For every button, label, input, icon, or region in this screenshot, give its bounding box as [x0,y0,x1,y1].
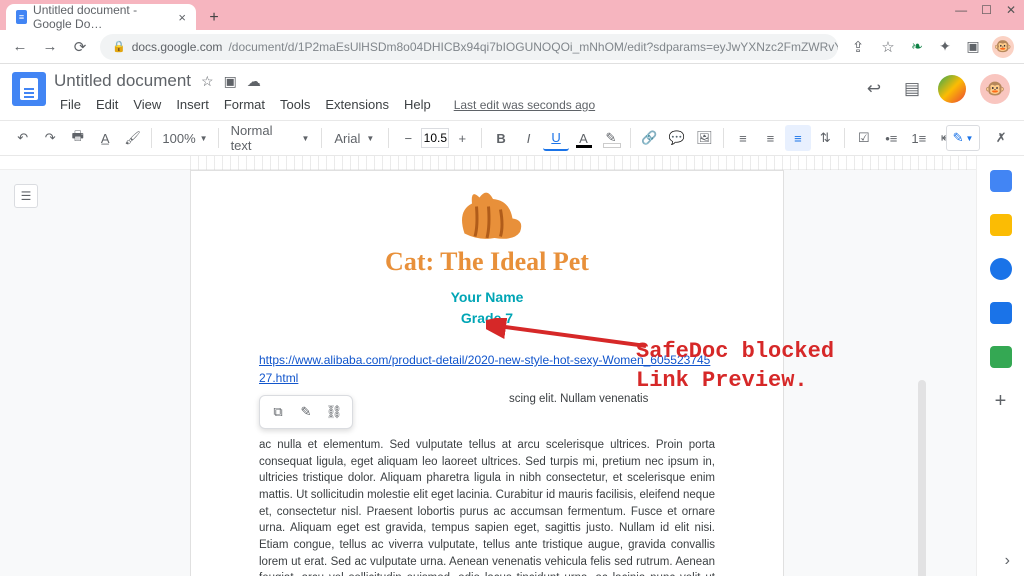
reload-icon[interactable]: ⟳ [70,37,90,57]
window-controls: — ☐ ✕ [955,3,1016,17]
back-icon[interactable]: ← [10,37,30,57]
document-title[interactable]: Untitled document [54,71,191,91]
zoom-select[interactable]: 100%▼ [158,131,211,146]
docs-logo-icon[interactable] [12,72,46,106]
decrease-font-icon[interactable]: − [395,125,421,151]
maximize-icon[interactable]: ☐ [981,3,992,17]
menu-edit[interactable]: Edit [90,94,124,115]
browser-tab-strip: ≡ Untitled document - Google Do… × + — ☐… [0,0,1024,30]
checklist-icon[interactable]: ☑ [851,125,876,151]
forward-icon[interactable]: → [40,37,60,57]
highlight-button[interactable]: ✎ [598,125,623,151]
star-icon[interactable]: ☆ [878,37,898,57]
vertical-scrollbar[interactable] [918,380,926,576]
meet-icon[interactable] [938,75,966,103]
italic-button[interactable]: I [516,125,541,151]
last-edit-link[interactable]: Last edit was seconds ago [448,95,601,115]
tab-title: Untitled document - Google Do… [33,3,172,31]
side-panel: + › [976,156,1024,576]
keep-addon-icon[interactable] [990,214,1012,236]
extensions-puzzle-icon[interactable]: ✦ [936,38,954,56]
docs-favicon: ≡ [16,10,27,24]
editing-mode-button[interactable]: ✎▼ [946,125,980,151]
address-bar: ← → ⟳ 🔒 docs.google.com/document/d/1P2ma… [0,30,1024,64]
hide-menus-icon[interactable]: ˆ [988,125,1014,151]
star-document-icon[interactable]: ☆ [201,73,214,90]
menu-insert[interactable]: Insert [170,94,215,115]
share-icon[interactable]: ⇪ [848,37,868,57]
menu-extensions[interactable]: Extensions [319,94,395,115]
horizontal-ruler[interactable] [0,156,1024,170]
lock-icon: 🔒 [112,40,126,53]
add-comment-icon[interactable]: 💬 [664,125,689,151]
spellcheck-icon[interactable]: A̲ [92,125,117,151]
align-left-icon[interactable]: ≡ [730,125,755,151]
print-icon[interactable]: 🖶 [65,125,90,151]
maps-addon-icon[interactable] [990,346,1012,368]
numbered-list-icon[interactable]: 1≡ [906,125,931,151]
reading-list-icon[interactable]: ▣ [964,38,982,56]
undo-icon[interactable]: ↶ [10,125,35,151]
body-fragment: scing elit. Nullam venenatis [509,393,648,405]
extension-leaf-icon[interactable]: ❧ [908,38,926,56]
close-window-icon[interactable]: ✕ [1006,3,1016,17]
menu-help[interactable]: Help [398,94,437,115]
menu-view[interactable]: View [127,94,167,115]
align-center-icon[interactable]: ≡ [758,125,783,151]
redo-icon[interactable]: ↷ [37,125,62,151]
profile-avatar-icon[interactable]: 🐵 [992,36,1014,58]
outline-toggle-icon[interactable]: ☰ [14,184,38,208]
annotation-label: SafeDoc blocked Link Preview. [636,338,834,395]
url-field[interactable]: 🔒 docs.google.com/document/d/1P2maEsUlHS… [100,34,838,60]
contacts-addon-icon[interactable] [990,302,1012,324]
menu-file[interactable]: File [54,94,87,115]
get-addons-icon[interactable]: + [995,390,1007,413]
browser-tab-active[interactable]: ≡ Untitled document - Google Do… × [6,4,196,30]
grade-line: Grade 7 [259,308,715,329]
text-color-button[interactable]: A [571,125,596,151]
bulleted-list-icon[interactable]: •≡ [879,125,904,151]
version-history-icon[interactable]: ↩ [862,77,886,101]
extension-icons: ❧ ✦ ▣ 🐵 [908,36,1014,58]
remove-link-icon[interactable]: ⛓ [322,400,346,424]
account-avatar[interactable]: 🐵 [980,74,1010,104]
increase-font-icon[interactable]: + [449,125,475,151]
menu-bar: File Edit View Insert Format Tools Exten… [54,94,862,115]
move-document-icon[interactable]: ▣ [224,73,237,90]
paint-format-icon[interactable]: 🖌 [120,125,145,151]
align-justify-icon[interactable]: ≡ [785,125,810,151]
url-path: /document/d/1P2maEsUlHSDm8o04DHICBx94qi7… [228,40,838,54]
insert-link-icon[interactable]: 🔗 [637,125,662,151]
author-name: Your Name [259,287,715,308]
formatting-toolbar: ↶ ↷ 🖶 A̲ 🖌 100%▼ Normal text▼ Arial▼ − +… [0,120,1024,156]
comments-icon[interactable]: ▤ [900,77,924,101]
menu-tools[interactable]: Tools [274,94,316,115]
bold-button[interactable]: B [488,125,513,151]
calendar-addon-icon[interactable] [990,170,1012,192]
new-tab-button[interactable]: + [202,6,226,30]
edit-link-icon[interactable]: ✎ [294,400,318,424]
url-host: docs.google.com [132,40,223,54]
close-tab-icon[interactable]: × [178,10,186,25]
cloud-status-icon[interactable]: ☁ [247,73,261,90]
paragraph-style-select[interactable]: Normal text▼ [225,123,316,153]
docs-header: Untitled document ☆ ▣ ☁ File Edit View I… [0,64,1024,120]
copy-link-icon[interactable]: ⧉ [266,400,290,424]
menu-format[interactable]: Format [218,94,271,115]
link-options-popup: ⧉ ✎ ⛓ [259,395,353,429]
insert-image-icon[interactable]: 🖼 [692,125,717,151]
document-heading: Cat: The Ideal Pet [259,247,715,277]
body-paragraph[interactable]: ac nulla et elementum. Sed vulputate tel… [259,437,715,576]
font-size-stepper[interactable]: − + [395,125,475,151]
minimize-icon[interactable]: — [955,3,967,17]
tasks-addon-icon[interactable] [990,258,1012,280]
collapse-sidepanel-icon[interactable]: › [1005,552,1010,570]
cat-illustration [432,181,542,241]
font-select[interactable]: Arial▼ [328,131,382,146]
font-size-input[interactable] [421,128,449,148]
underline-button[interactable]: U [543,125,568,151]
line-spacing-icon[interactable]: ⇅ [813,125,838,151]
